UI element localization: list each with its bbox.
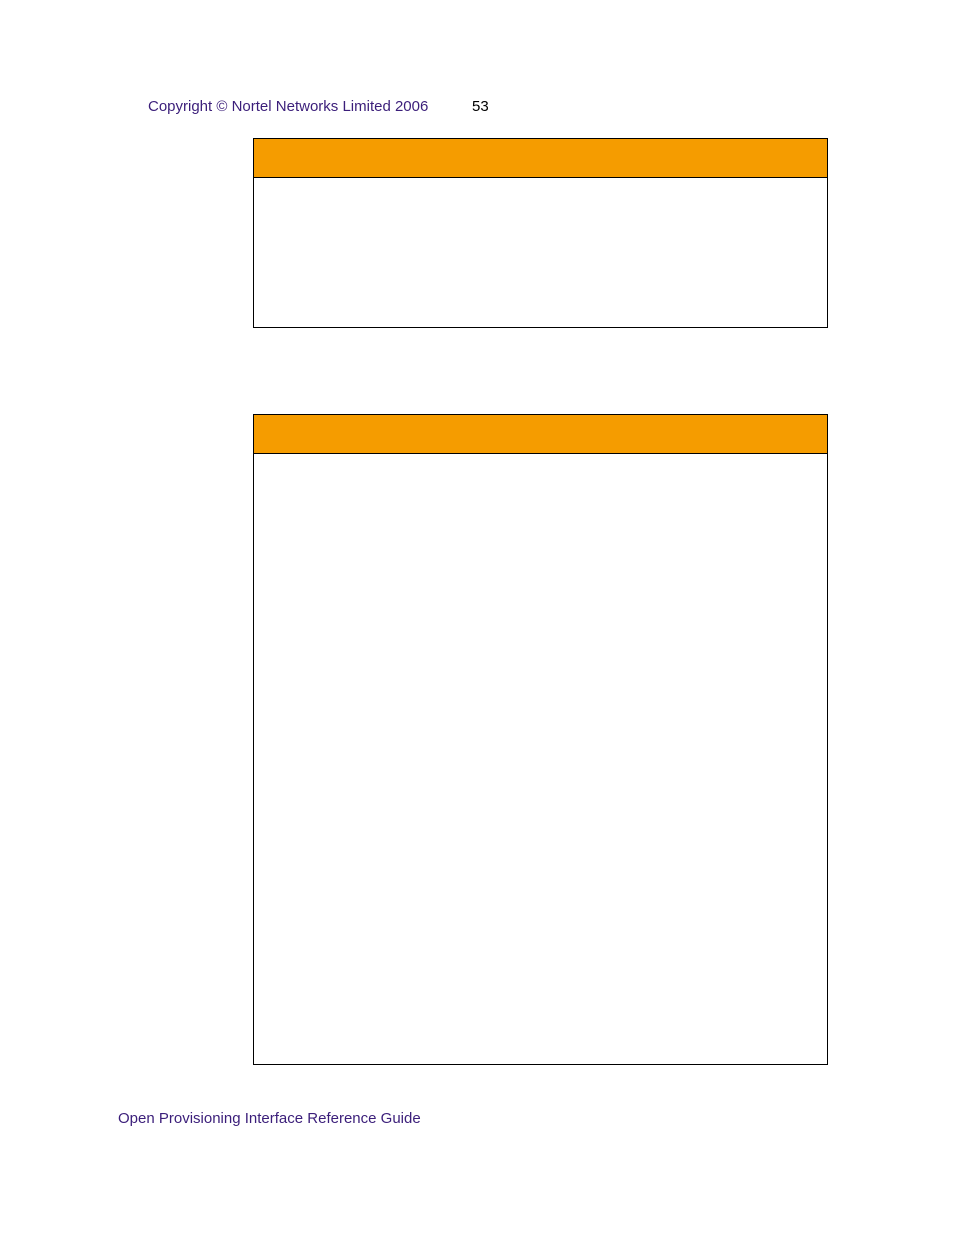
- content-box-2-header: [254, 415, 827, 454]
- content-box-1-header: [254, 139, 827, 178]
- page: Copyright © Nortel Networks Limited 2006…: [0, 0, 954, 1235]
- content-box-1: [253, 138, 828, 328]
- header-page-number: 53: [472, 98, 489, 115]
- header-copyright: Copyright © Nortel Networks Limited 2006: [148, 98, 428, 115]
- footer-title: Open Provisioning Interface Reference Gu…: [118, 1110, 421, 1127]
- content-box-2: [253, 414, 828, 1065]
